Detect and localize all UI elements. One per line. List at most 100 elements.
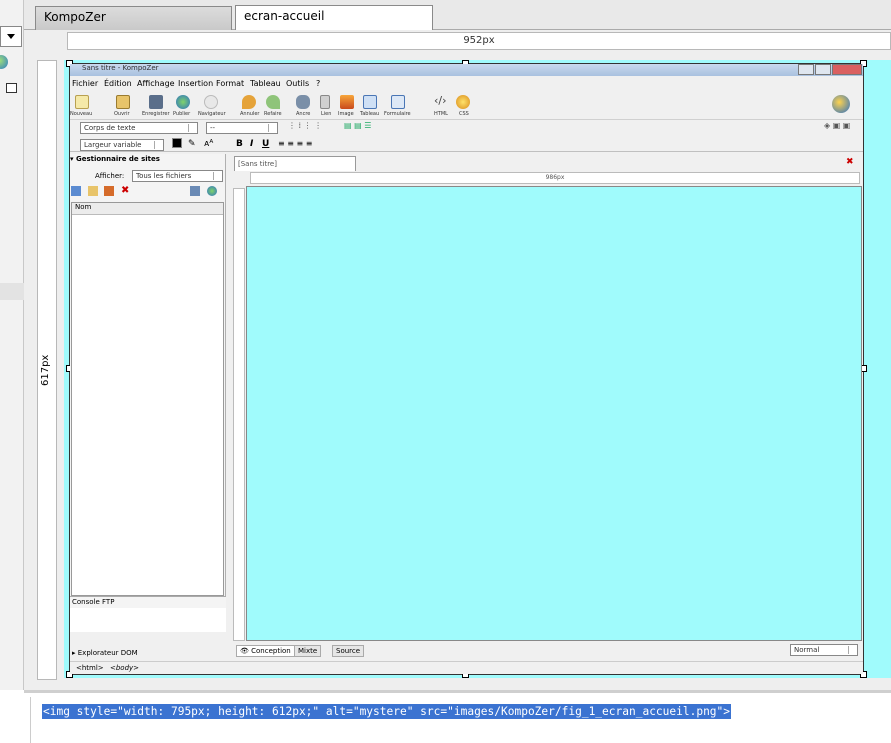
position-buttons-icon: ◈ ▣ ▣ xyxy=(824,121,851,130)
inner-view-tab-source: Source xyxy=(332,645,365,657)
width-select: Largeur variable xyxy=(80,139,164,151)
css-icon xyxy=(456,95,470,109)
left-panel-strip xyxy=(0,0,24,690)
inner-menu-item: Édition xyxy=(104,79,132,88)
inner-menu-item: Tableau xyxy=(250,79,281,88)
inner-format-toolbar-1: Corps de texte -- ⋮ ⁞ ⋮ ⋮ ▤ ▤ ☰ ◈ ▣ ▣ xyxy=(70,121,863,135)
inner-menu-item: Affichage xyxy=(137,79,175,88)
indent-buttons-icon: ▤ ▤ ☰ xyxy=(344,121,372,130)
open-folder-icon xyxy=(116,95,130,109)
save-icon xyxy=(149,95,163,109)
panel-menu-icon[interactable] xyxy=(6,83,17,93)
inner-menu-item: Fichier xyxy=(72,79,99,88)
anchor-icon xyxy=(296,95,310,109)
italic-icon: I xyxy=(250,139,254,149)
inner-tag-path: <html> <body> xyxy=(70,661,863,674)
inner-page-canvas xyxy=(246,186,862,641)
inner-vertical-ruler xyxy=(233,188,245,641)
refresh-icon xyxy=(190,186,200,196)
toolbar-label: Refaire xyxy=(264,111,282,117)
table-icon xyxy=(363,95,377,109)
vertical-ruler: 617px xyxy=(37,60,57,680)
toolbar-label: Enregistrer xyxy=(142,111,170,117)
inner-minimize-icon xyxy=(798,64,814,75)
toolbar-label: Tableau xyxy=(360,111,380,117)
inner-view-bar xyxy=(233,643,862,657)
name-column-header: Nom xyxy=(72,203,223,215)
toolbar-label: Ouvrir xyxy=(114,111,130,117)
html-code-icon: ‹/› xyxy=(434,94,447,107)
toolbar-label: CSS xyxy=(459,111,469,117)
text-color-icon xyxy=(172,138,182,148)
inner-view-tab-design: 👁 Conception xyxy=(236,645,295,657)
align-buttons-icon: ≡ ≡ ≡ ≡ xyxy=(278,139,313,148)
inner-close-icon xyxy=(832,64,862,75)
undo-icon xyxy=(242,95,256,109)
browse-magnifier-icon xyxy=(204,95,218,109)
toolbar-label: Formulaire xyxy=(384,111,411,117)
inner-horizontal-ruler: 986px xyxy=(250,172,860,184)
inner-path-html: <html> xyxy=(76,664,104,672)
bold-icon: B xyxy=(236,139,243,149)
toolbar-label: Navigateur xyxy=(198,111,226,117)
vertical-ruler-label: 617px xyxy=(40,354,51,386)
inner-titlebar xyxy=(70,64,863,76)
document-tabbar: KompoZer ecran-accueil xyxy=(24,0,891,30)
browse-globe-icon xyxy=(207,186,217,196)
edit-sites-icon xyxy=(71,186,81,196)
rename-icon xyxy=(104,186,114,196)
inner-toolbar: Nouveau Ouvrir Enregistrer Publier Navig… xyxy=(70,92,863,120)
left-selected-row[interactable] xyxy=(0,283,24,300)
inner-menubar: Fichier Édition Affichage Insertion Form… xyxy=(70,77,863,91)
form-icon xyxy=(391,95,405,109)
toolbar-label: Publier xyxy=(173,111,191,117)
site-manager-title: ▾ Gestionnaire de sites xyxy=(70,155,160,163)
ftp-console-label: Console FTP xyxy=(72,598,115,606)
selected-source-line[interactable]: <img style="width: 795px; height: 612px;… xyxy=(42,704,732,719)
font-size-buttons-icon: ᴀᴬ xyxy=(204,139,214,149)
inner-format-toolbar-2: Largeur variable ✎ ᴀᴬ B I U ≡ ≡ ≡ ≡ xyxy=(70,137,863,152)
new-doc-icon xyxy=(75,95,89,109)
toolbar-label: Image xyxy=(338,111,354,117)
inner-menu-item: Outils xyxy=(286,79,310,88)
font-select: -- xyxy=(206,122,278,134)
publish-globe-icon xyxy=(176,95,190,109)
ftp-console-body xyxy=(70,608,226,632)
list-buttons-icon: ⋮ ⁞ ⋮ ⋮ xyxy=(288,121,323,130)
toolbar-label: Ancre xyxy=(296,111,311,117)
site-manager-icons: ✖ xyxy=(71,186,224,198)
dom-explorer-label: ▸ Explorateur DOM xyxy=(72,649,138,657)
toolbar-label: HTML xyxy=(434,111,448,117)
inner-doc-close-icon: ✖ xyxy=(846,157,854,167)
toolbar-label: Annuler xyxy=(240,111,260,117)
highlight-pen-icon: ✎ xyxy=(188,139,196,149)
split-divider[interactable] xyxy=(24,690,891,693)
inner-doc-tab: [Sans titre] xyxy=(234,156,356,171)
link-icon xyxy=(320,95,330,109)
tab-ecran-accueil[interactable]: ecran-accueil xyxy=(235,5,433,30)
inner-path-body: <body> xyxy=(110,664,140,672)
chevron-down-icon xyxy=(7,34,15,39)
toolbar-label: Lien xyxy=(321,111,332,117)
underline-icon: U xyxy=(262,139,270,149)
new-folder-icon xyxy=(88,186,98,196)
left-dropdown[interactable] xyxy=(0,26,22,47)
inner-view-tab-mixed: Mixte xyxy=(294,645,322,657)
inner-menu-item: ? xyxy=(316,79,321,88)
paragraph-format-select: Corps de texte xyxy=(80,122,198,134)
show-filter-select: Tous les fichiers xyxy=(132,170,223,182)
image-icon xyxy=(340,95,354,109)
inner-title: Sans titre - KompoZer xyxy=(82,64,159,72)
delete-icon: ✖ xyxy=(121,185,130,196)
tab-kompozer[interactable]: KompoZer xyxy=(35,6,232,30)
inner-maximize-icon xyxy=(815,64,831,75)
inner-menu-item: Format xyxy=(216,79,245,88)
horizontal-ruler: 952px xyxy=(67,32,891,50)
show-label: Afficher: xyxy=(95,172,125,180)
redo-icon xyxy=(266,95,280,109)
kompozer-logo-icon xyxy=(832,95,850,113)
inner-zoom-select: Normal xyxy=(790,644,858,656)
inner-menu-item: Insertion xyxy=(178,79,214,88)
toolbar-label: Nouveau xyxy=(70,111,93,117)
site-file-list xyxy=(71,202,224,596)
